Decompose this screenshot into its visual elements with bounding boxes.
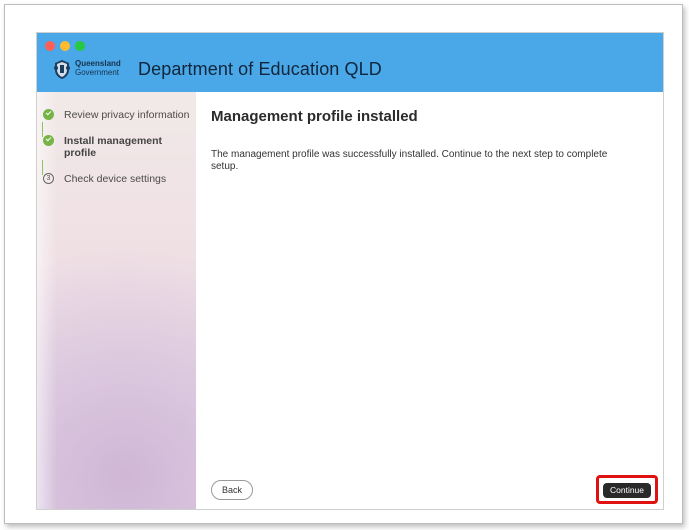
logo-text: Queensland Government xyxy=(75,59,121,77)
step-label: Install management profile xyxy=(64,135,163,159)
title-bar: Queensland Government Department of Educ… xyxy=(37,33,663,92)
logo-line-2: Government xyxy=(75,68,120,77)
step-label: Review privacy information xyxy=(64,109,190,121)
step-number-3-icon: 3 xyxy=(43,173,54,184)
main-content: Management profile installed The managem… xyxy=(196,92,663,509)
queensland-crest-icon xyxy=(54,60,70,79)
page-title: Management profile installed xyxy=(211,108,418,125)
step-review-privacy: Review privacy information xyxy=(43,109,191,121)
setup-steps-sidebar: Review privacy information Install manag… xyxy=(37,92,196,509)
back-button[interactable]: Back xyxy=(211,480,253,500)
continue-highlight-box: Continue xyxy=(596,475,658,504)
logo-line-1: Queensland xyxy=(75,59,121,68)
department-title: Department of Education QLD xyxy=(138,59,382,79)
continue-button[interactable]: Continue xyxy=(603,483,651,498)
close-window-button[interactable] xyxy=(45,41,55,51)
step-check-device-settings: 3 Check device settings xyxy=(43,173,191,185)
minimize-window-button[interactable] xyxy=(60,41,70,51)
steps-list: Review privacy information Install manag… xyxy=(43,109,191,199)
check-circle-icon xyxy=(43,135,54,146)
check-circle-icon xyxy=(43,109,54,120)
screenshot-frame: Queensland Government Department of Educ… xyxy=(4,4,683,524)
step-label: Check device settings xyxy=(64,173,167,185)
status-message: The management profile was successfully … xyxy=(211,149,608,172)
setup-window: Queensland Government Department of Educ… xyxy=(37,33,663,509)
zoom-window-button[interactable] xyxy=(75,41,85,51)
step-install-management-profile: Install management profile xyxy=(43,135,191,159)
queensland-government-logo: Queensland Government xyxy=(51,58,133,81)
